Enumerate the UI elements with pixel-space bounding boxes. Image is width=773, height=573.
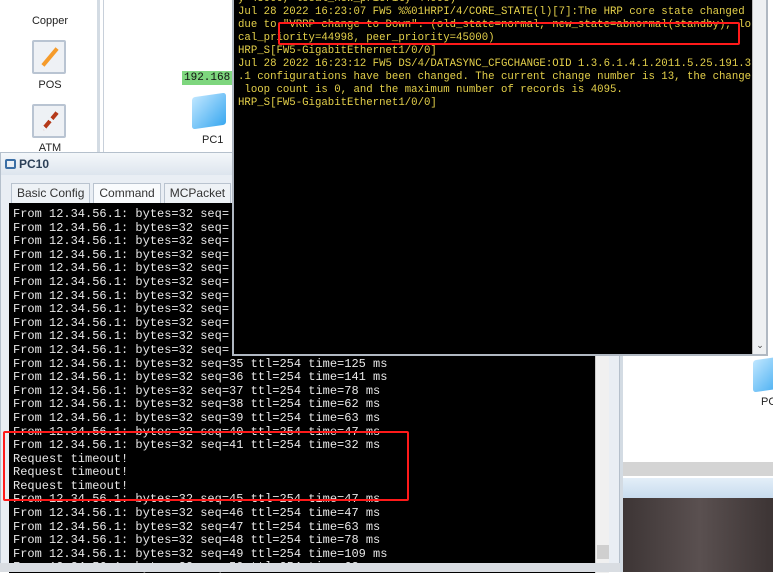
cli-line: Jul 28 2022 16:23:12 FW5 DS/4/DATASYNC_C… [238,58,752,70]
topology-canvas-right: PC [620,355,773,572]
terminal-line: From 12.34.56.1: bytes=32 seq=36 ttl=254… [13,370,388,385]
video-overlay [623,498,773,572]
pc10-tabs: Basic Config Command MCPacket Ud [11,183,262,203]
scroll-thumb[interactable] [597,545,609,559]
panel-header [623,478,773,498]
scroll-down-arrow-icon[interactable]: ⌄ [753,340,766,354]
firewall-cli-window[interactable]: y=45000, local_new_priority=44998)Jul 28… [232,0,768,356]
ip-label: 192.168. [182,71,239,85]
pc-label: PC [761,396,773,408]
highlight-box-timeouts [3,431,409,501]
palette-copper-label: Copper [31,15,69,27]
tab-basic-config[interactable]: Basic Config [11,183,91,203]
tab-mcpacket[interactable]: MCPacket [163,183,232,203]
horizontal-scrollbar[interactable] [623,462,773,476]
highlight-box-vrrp [278,22,740,45]
taskbar [0,563,620,572]
terminal-line: From 12.34.56.1: bytes=32 seq=46 ttl=254… [13,506,381,521]
terminal-line: From 12.34.56.1: bytes=32 seq=48 ttl=254… [13,533,381,548]
pc-icon[interactable] [753,355,773,393]
cli-line: loop count is 0, and the maximum number … [238,84,623,96]
terminal-line: From 12.34.56.1: bytes=32 seq=37 ttl=254… [13,383,381,398]
terminal-line: From 12.34.56.1: bytes=32 seq=35 ttl=254… [13,356,388,371]
device-palette: Copper POS ATM [0,0,100,155]
terminal-line: From 12.34.56.1: bytes=32 seq=38 ttl=254… [13,397,381,412]
cli-scrollbar[interactable]: ⌄ [752,0,766,354]
pos-cable-icon[interactable] [32,40,66,74]
terminal-line: From 12.34.56.1: bytes=32 seq=49 ttl=254… [13,546,388,561]
pc-window-icon [5,159,16,169]
cli-line: HRP_S[FW5-GigabitEthernet1/0/0] [238,97,437,109]
atm-cable-icon[interactable] [32,104,66,138]
pc1-label: PC1 [202,134,224,146]
terminal-line: From 12.34.56.1: bytes=32 seq=39 ttl=254… [13,410,381,425]
tab-command[interactable]: Command [93,183,161,203]
cli-line: Jul 28 2022 16:23:07 FW5 %%01HRPI/4/CORE… [238,6,745,18]
cli-line: HRP_S[FW5-GigabitEthernet1/0/0] [238,45,437,57]
palette-pos-label: POS [38,79,62,91]
cli-line: .1 configurations have been changed. The… [238,71,752,83]
terminal-line: From 12.34.56.1: bytes=32 seq=47 ttl=254… [13,519,381,534]
pc1-icon[interactable] [192,92,226,130]
window-title: PC10 [19,157,50,171]
